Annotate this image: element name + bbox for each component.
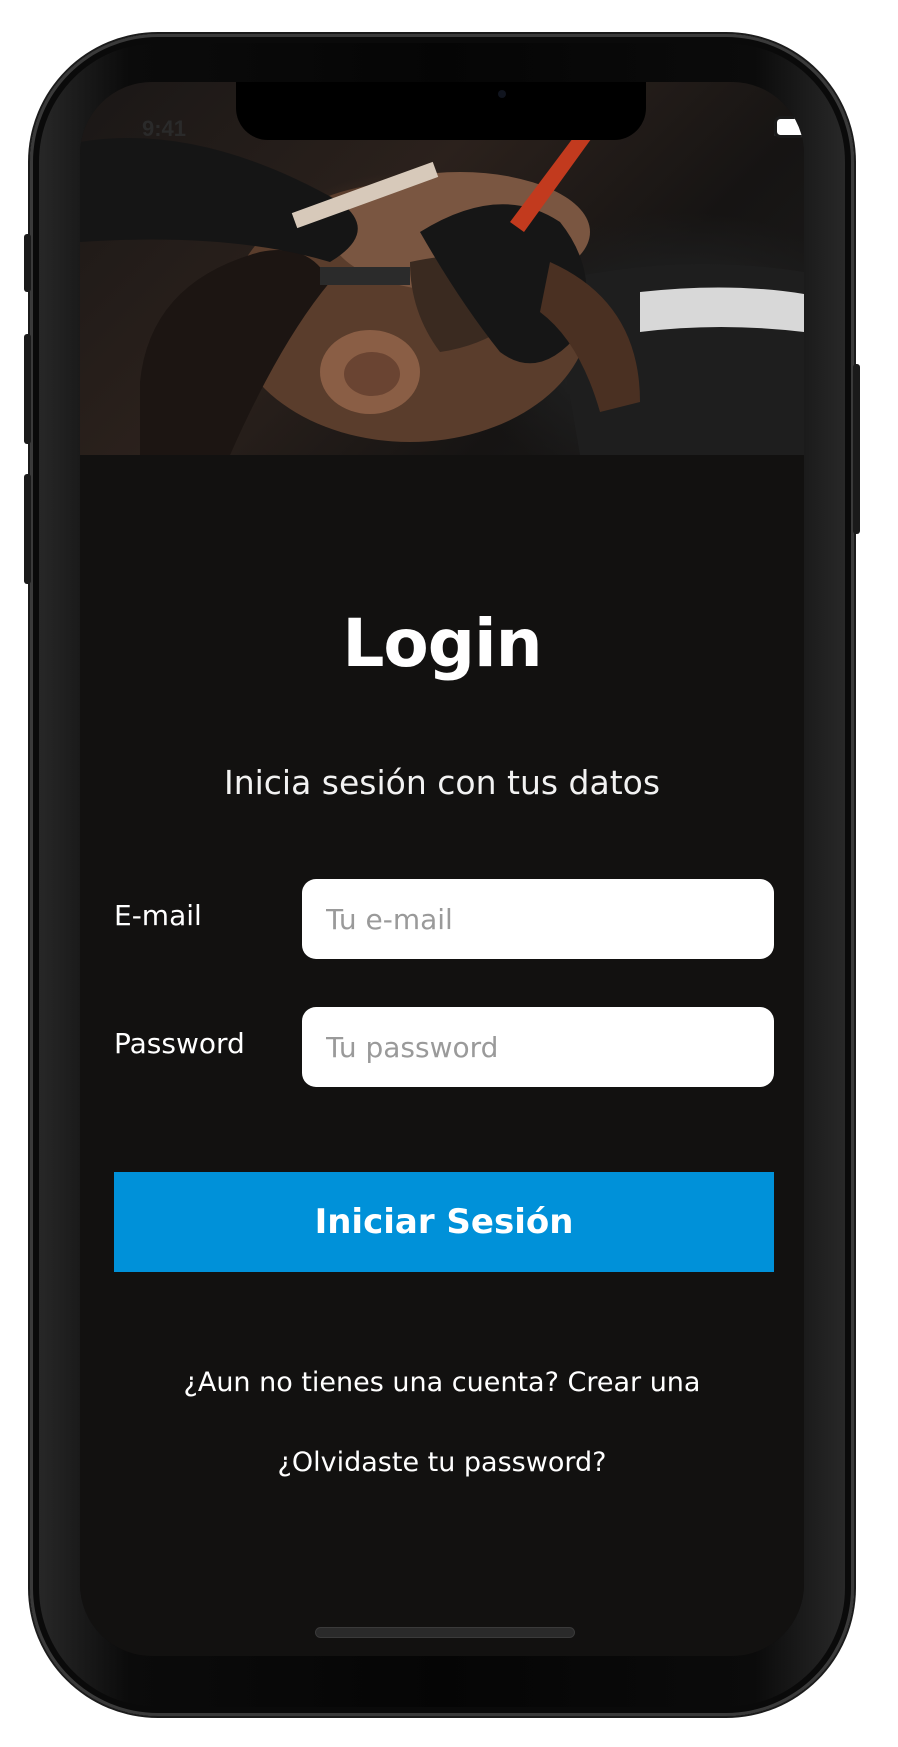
password-label: Password [114,1027,245,1060]
login-button[interactable]: Iniciar Sesión [114,1172,774,1272]
power-button [853,364,860,534]
page-subtitle: Inicia sesión con tus datos [223,763,661,802]
home-indicator[interactable] [316,1628,574,1637]
email-label: E-mail [114,899,202,932]
email-input[interactable] [302,879,774,959]
status-bar: 9:41 [80,82,804,152]
phone-screen: 9:41 Login Inicia sesión con tus datos E… [80,82,804,1656]
login-panel: Login Inicia sesión con tus datos E-mail… [80,455,804,1656]
battery-icon [774,116,804,138]
create-account-link[interactable]: ¿Aun no tienes una cuenta? Crear una [80,1367,804,1398]
volume-up-button [24,334,31,444]
status-time: 9:41 [142,116,187,141]
barber-hero-photo: 9:41 [80,82,804,455]
forgot-password-link[interactable]: ¿Olvidaste tu password? [80,1447,804,1478]
mute-switch [24,234,31,292]
page-title: Login [342,605,542,682]
password-input[interactable] [302,1007,774,1087]
volume-down-button [24,474,31,584]
camera-notch [236,82,646,140]
camera-dot [498,90,506,98]
